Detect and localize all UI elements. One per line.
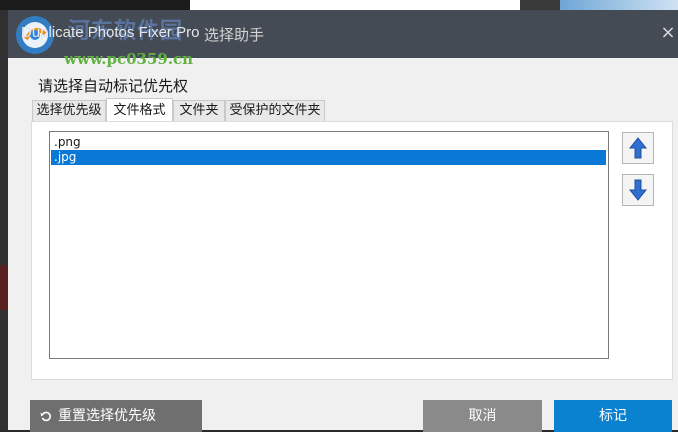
tab-panel: .png .jpg [31, 121, 673, 380]
background-window-strip [0, 0, 678, 10]
dialog-body: 请选择自动标记优先权 选择优先级 文件格式 文件夹 受保护的文件夹 .png .… [8, 58, 678, 432]
reset-priority-button[interactable]: 重置选择优先级 [30, 400, 202, 432]
reset-icon [40, 411, 51, 422]
app-name: Duplicate Photos Fixer Pro [21, 24, 200, 41]
mark-button[interactable]: 标记 [554, 400, 672, 432]
list-item-selected[interactable]: .jpg [51, 150, 606, 165]
arrow-down-icon [628, 179, 648, 201]
tab-folder[interactable]: 文件夹 [173, 100, 225, 122]
reset-priority-label: 重置选择优先级 [58, 408, 156, 424]
cancel-button[interactable]: 取消 [423, 400, 542, 432]
tab-protected-folder[interactable]: 受保护的文件夹 [225, 100, 325, 122]
move-down-button[interactable] [622, 174, 654, 206]
background-left-edge [0, 10, 8, 430]
page-title: 请选择自动标记优先权 [38, 77, 189, 95]
arrow-up-icon [628, 137, 648, 159]
list-item[interactable]: .png [51, 135, 606, 150]
format-list[interactable]: .png .jpg [49, 131, 609, 359]
tab-selection-priority[interactable]: 选择优先级 [32, 100, 106, 122]
close-button[interactable]: × [658, 23, 678, 43]
dialog-title: 选择助手 [204, 26, 265, 44]
tab-file-format[interactable]: 文件格式 [106, 98, 173, 123]
move-up-button[interactable] [622, 132, 654, 164]
watermark-url: www.pc0359.cn [64, 50, 194, 68]
